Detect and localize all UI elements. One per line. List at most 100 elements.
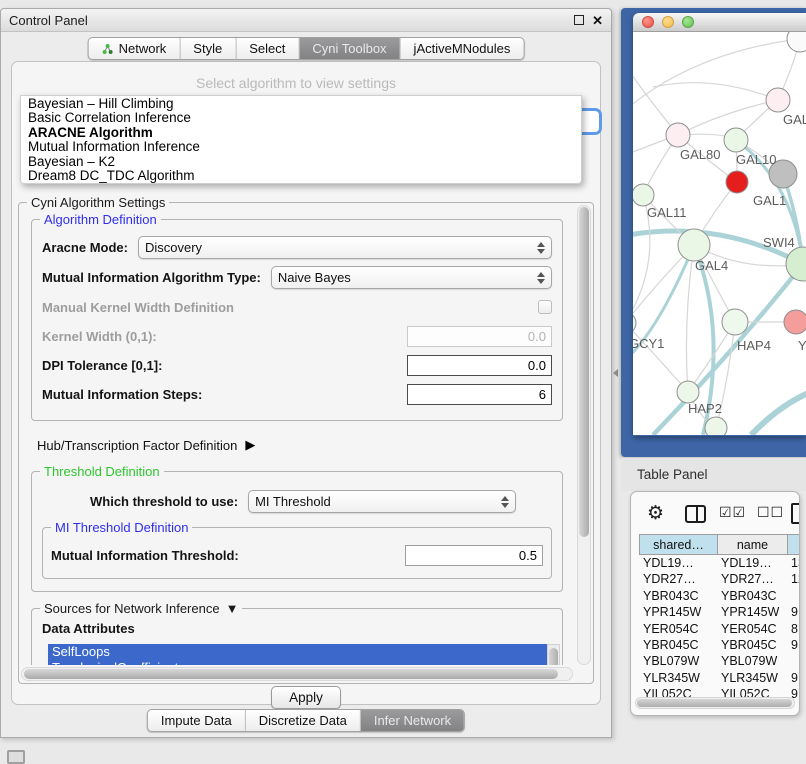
float-window-icon[interactable]: [574, 15, 584, 25]
dpi-tolerance-field[interactable]: 0.0: [407, 355, 552, 376]
cyni-toolbox-panel: Select algorithm to view settings Bayesi…: [11, 61, 601, 705]
minimize-traffic-light-icon[interactable]: [662, 16, 674, 28]
combo-arrows-icon: [501, 496, 509, 508]
table-toolbar: ⚙ ☑☑ ☐☐: [631, 492, 799, 534]
sources-group: Sources for Network Inference ▼ Data Att…: [31, 608, 563, 665]
algorithm-definition-group: Algorithm Definition Aracne Mode: Discov…: [31, 219, 563, 421]
network-node-gcy1[interactable]: [633, 312, 636, 334]
mi-type-combo[interactable]: Naive Bayes: [271, 266, 552, 289]
tab-network[interactable]: Network: [89, 38, 180, 59]
table-row[interactable]: YLR345WYLR345W9.: [639, 670, 800, 686]
columns-icon[interactable]: [685, 505, 706, 523]
attributes-list-scrollbar[interactable]: [547, 644, 560, 665]
scrollbar-thumb[interactable]: [637, 699, 792, 707]
network-window-titlebar: [633, 13, 806, 32]
manual-kernel-checkbox[interactable]: [538, 300, 552, 314]
algorithm-dropdown-list: Bayesian – Hill Climbing Basic Correlati…: [20, 95, 582, 184]
mi-type-label: Mutual Information Algorithm Type:: [42, 270, 261, 285]
table-row[interactable]: YBL079WYBL079W: [639, 653, 800, 669]
kernel-width-field[interactable]: 0.0: [407, 326, 552, 347]
network-node[interactable]: [784, 310, 806, 334]
list-item[interactable]: TopologicalCoefficient: [48, 660, 547, 665]
tab-jactivemnodules[interactable]: jActiveMNodules: [400, 38, 524, 59]
which-threshold-label: Which threshold to use:: [90, 494, 238, 509]
tab-cyni-toolbox[interactable]: Cyni Toolbox: [298, 38, 399, 59]
aracne-mode-combo[interactable]: Discovery: [138, 236, 552, 259]
column-header-partial[interactable]: A: [788, 535, 800, 554]
column-header-shared[interactable]: shared…: [640, 535, 718, 554]
control-panel-title: Control Panel: [9, 13, 88, 28]
apply-button[interactable]: Apply: [271, 686, 341, 709]
tab-discretize-data[interactable]: Discretize Data: [245, 710, 360, 731]
threshold-definition-group: Threshold Definition Which threshold to …: [31, 471, 563, 592]
scrollbar-thumb[interactable]: [549, 648, 558, 665]
cyni-algorithm-settings-group: Cyni Algorithm Settings Algorithm Defini…: [18, 202, 594, 684]
which-threshold-combo[interactable]: MI Threshold: [248, 490, 516, 513]
tab-impute-data[interactable]: Impute Data: [148, 710, 245, 731]
panel-splitter-handle[interactable]: [613, 369, 618, 377]
mi-steps-field[interactable]: 6: [407, 384, 552, 405]
mi-threshold-field[interactable]: 0.5: [405, 545, 543, 566]
settings-vertical-scrollbar[interactable]: [577, 205, 591, 665]
network-node-hap2[interactable]: [677, 381, 699, 403]
network-node[interactable]: [705, 417, 727, 435]
network-node-gal11[interactable]: [633, 184, 654, 206]
node-label: HAP4: [737, 338, 771, 353]
dropdown-option[interactable]: Bayesian – Hill Climbing: [21, 97, 581, 111]
zoom-traffic-light-icon[interactable]: [682, 16, 694, 28]
gear-icon[interactable]: ⚙: [647, 502, 664, 524]
close-icon[interactable]: ✕: [592, 14, 603, 27]
network-view-area: GAL GAL80 GAL10 GAL1 GAL11 SWI4 GAL4 GCY…: [621, 8, 806, 457]
expanded-arrow-icon: ▼: [226, 601, 239, 616]
node-label: GAL11: [647, 205, 687, 220]
deselect-all-checkboxes-icon[interactable]: ☐☐: [757, 505, 784, 521]
data-attributes-list: SelfLoops TopologicalCoefficient Between…: [48, 644, 560, 665]
column-header-name[interactable]: name: [718, 535, 788, 554]
table-row[interactable]: YDR27…YDR27…12: [639, 571, 800, 587]
list-item[interactable]: SelfLoops: [48, 644, 547, 660]
network-node-hap4[interactable]: [722, 309, 748, 335]
settings-horizontal-scrollbar[interactable]: [21, 667, 573, 681]
hub-definition-expander[interactable]: Hub/Transcription Factor Definition ▶: [37, 437, 563, 453]
select-all-checkboxes-icon[interactable]: ☑☑: [719, 505, 746, 521]
dropdown-option[interactable]: Bayesian – K2: [21, 155, 581, 169]
close-traffic-light-icon[interactable]: [642, 16, 654, 28]
settings-scroll-area: Algorithm Definition Aracne Mode: Discov…: [19, 203, 575, 665]
network-node-gal80[interactable]: [666, 123, 690, 147]
scrollbar-thumb[interactable]: [579, 207, 589, 537]
table-row[interactable]: YDL19…YDL19…13: [639, 555, 800, 571]
cyni-bottom-tabbar: Impute Data Discretize Data Infer Networ…: [147, 709, 465, 732]
dropdown-option[interactable]: Basic Correlation Inference: [21, 111, 581, 125]
control-panel-window: Control Panel ✕ Network Style Select Cyn…: [0, 8, 612, 738]
table-row[interactable]: YER054CYER054C8.: [639, 621, 800, 637]
table-row[interactable]: YBR043CYBR043C: [639, 588, 800, 604]
node-label: GCY1: [633, 336, 664, 351]
network-node-gal10[interactable]: [724, 128, 748, 152]
mi-threshold-definition-group: MI Threshold Definition Mutual Informati…: [42, 527, 552, 579]
tab-select[interactable]: Select: [235, 38, 298, 59]
dropdown-option[interactable]: Mutual Information Inference: [21, 140, 581, 154]
dropdown-option[interactable]: Dream8 DC_TDC Algorithm: [21, 169, 581, 183]
scrollbar-thumb[interactable]: [24, 669, 558, 679]
network-node[interactable]: [766, 88, 790, 112]
network-node-gal4[interactable]: [678, 229, 710, 261]
table-panel-title: Table Panel: [637, 467, 708, 482]
network-icon: [102, 43, 114, 55]
table-horizontal-scrollbar[interactable]: [635, 697, 795, 709]
manual-kernel-label: Manual Kernel Width Definition: [42, 300, 234, 315]
network-node-gal1-selected[interactable]: [726, 171, 748, 193]
tab-infer-network[interactable]: Infer Network: [360, 710, 464, 731]
tab-style[interactable]: Style: [179, 38, 235, 59]
sources-collapse-toggle[interactable]: Sources for Network Inference ▼: [40, 601, 242, 616]
network-canvas[interactable]: GAL GAL80 GAL10 GAL1 GAL11 SWI4 GAL4 GCY…: [633, 32, 806, 435]
document-icon[interactable]: [791, 503, 800, 524]
node-label: HAP2: [688, 401, 722, 416]
dropdown-option-highlighted[interactable]: ARACNE Algorithm: [21, 126, 581, 140]
network-node-swi4[interactable]: [786, 247, 806, 281]
mi-steps-label: Mutual Information Steps:: [42, 387, 202, 402]
table-row[interactable]: YPR145WYPR145W9.: [639, 604, 800, 620]
combo-arrows-icon: [537, 242, 545, 254]
table-row[interactable]: YBR045CYBR045C9.: [639, 637, 800, 653]
algorithm-select-placeholder: Select algorithm to view settings: [12, 75, 580, 91]
network-node[interactable]: [787, 32, 806, 52]
